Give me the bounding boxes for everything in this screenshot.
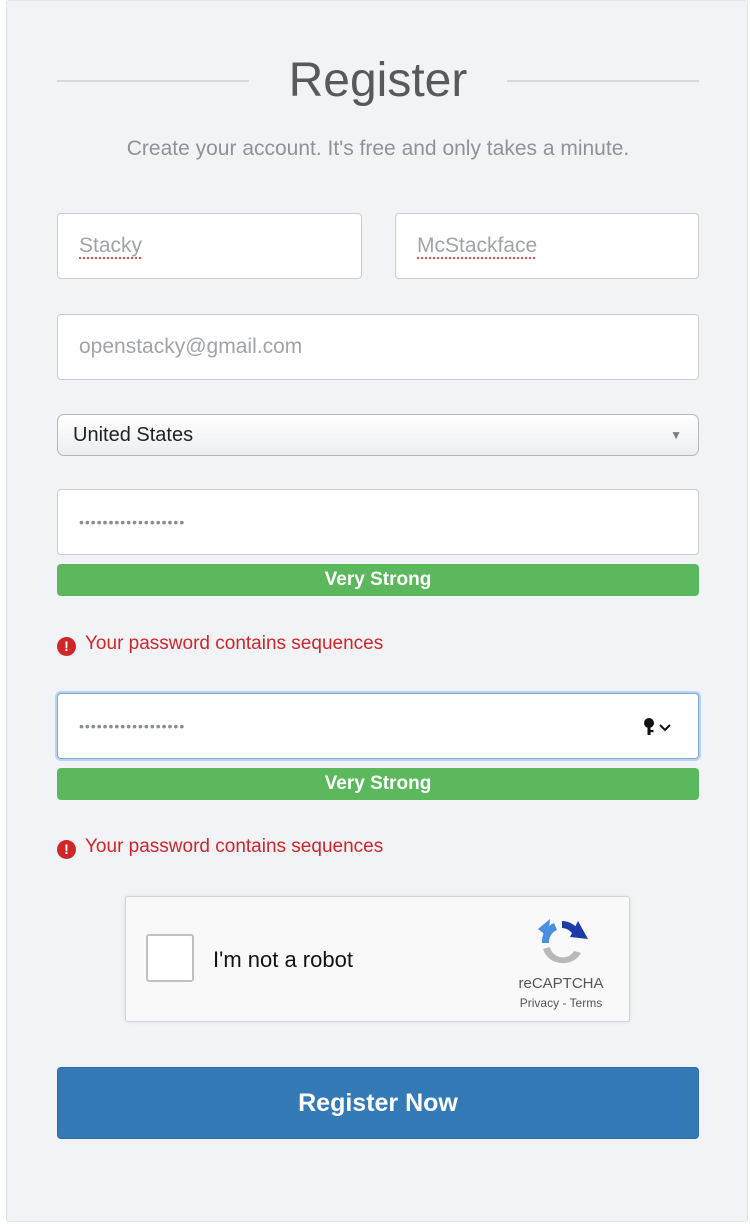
register-now-button[interactable]: Register Now <box>57 1067 699 1139</box>
error-icon: ! <box>57 840 76 859</box>
recaptcha-logo-icon <box>538 919 588 964</box>
password-error: ! Your password contains sequences <box>57 632 383 656</box>
country-selected-value: United States <box>73 424 194 446</box>
confirm-password-mask: •••••••••••••••••• <box>79 718 186 734</box>
first-name-field[interactable]: Stacky <box>57 213 362 279</box>
confirm-strength-bar: Very Strong <box>57 768 699 800</box>
country-select[interactable]: United States ▼ <box>57 414 699 456</box>
captcha-links[interactable]: Privacy - Terms <box>506 996 616 1010</box>
last-name-field[interactable]: McStackface <box>395 213 699 279</box>
captcha-label: I'm not a robot <box>213 947 353 972</box>
password-field[interactable]: •••••••••••••••••• <box>57 489 699 555</box>
captcha-brand: reCAPTCHA <box>518 975 604 992</box>
confirm-password-error: ! Your password contains sequences <box>57 835 383 859</box>
captcha-checkbox[interactable] <box>146 934 194 982</box>
dropdown-arrow-icon: ▼ <box>670 428 682 442</box>
recaptcha-widget: I'm not a robot reCAPTCHA Privacy - Term… <box>125 896 630 1022</box>
page-subtitle: Create your account. It's free and only … <box>126 137 630 160</box>
email-field[interactable]: openstacky@gmail.com <box>57 314 699 380</box>
confirm-password-field[interactable]: •••••••••••••••••• <box>57 693 699 759</box>
last-name-value: McStackface <box>417 234 538 257</box>
password-strength-bar: Very Strong <box>57 564 699 596</box>
confirm-error-text: Your password contains sequences <box>85 836 384 857</box>
email-placeholder: openstacky@gmail.com <box>79 335 303 358</box>
key-icon[interactable] <box>642 694 676 758</box>
title-row: Register <box>57 49 699 113</box>
title-divider-right <box>507 80 699 82</box>
password-mask: •••••••••••••••••• <box>79 514 186 530</box>
password-error-text: Your password contains sequences <box>85 633 384 654</box>
first-name-value: Stacky <box>79 234 143 257</box>
error-icon: ! <box>57 637 76 656</box>
register-panel: Register Create your account. It's free … <box>6 0 748 1222</box>
